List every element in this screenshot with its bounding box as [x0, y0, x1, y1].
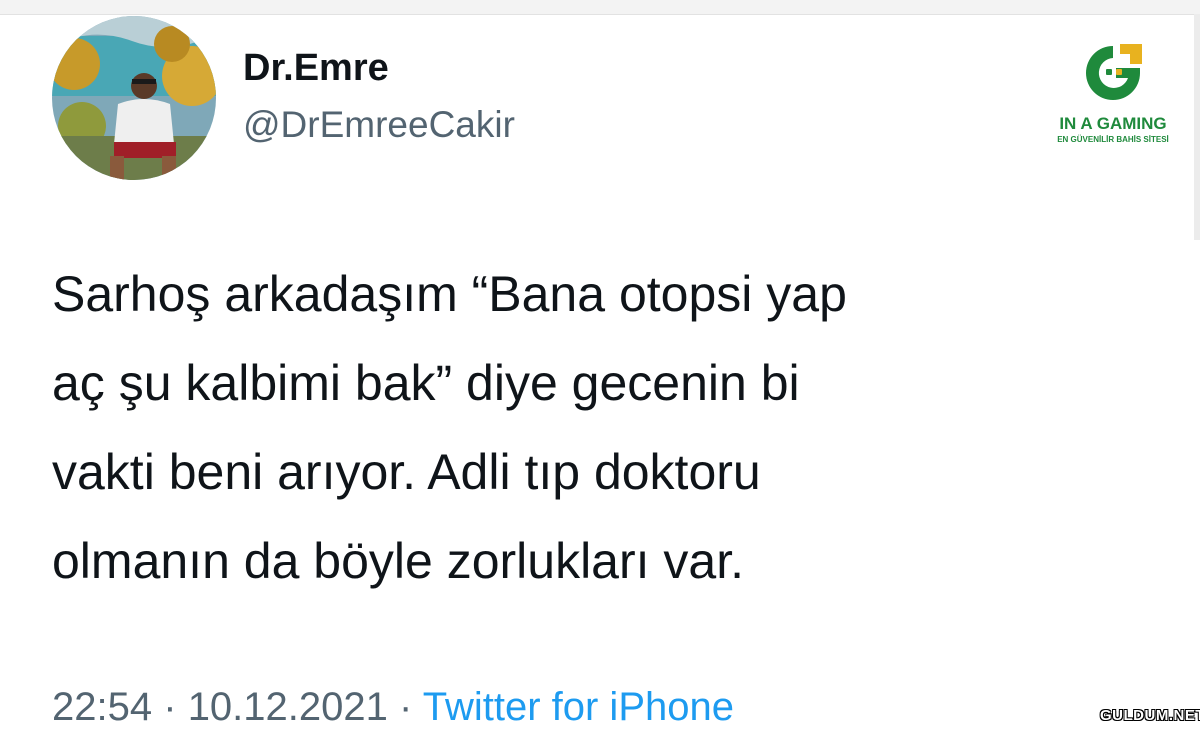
brand-mark-icon [1086, 44, 1142, 100]
brand-logo: IN A GAMING EN GÜVENİLİR BAHİS SİTESİ [1046, 40, 1180, 150]
tweet-source-link[interactable]: Twitter for iPhone [423, 685, 734, 729]
avatar[interactable] [52, 16, 216, 180]
site-watermark: GULDUM.NET [1100, 707, 1200, 724]
separator-dot: · [163, 685, 177, 729]
tweet-metadata: 22:54 · 10.12.2021 · Twitter for iPhone [52, 683, 734, 731]
top-border [0, 0, 1200, 15]
brand-tagline: EN GÜVENİLİR BAHİS SİTESİ [1057, 135, 1169, 144]
tweet-date[interactable]: 10.12.2021 [188, 685, 388, 729]
brand-name: IN A GAMING [1059, 114, 1167, 133]
display-name[interactable]: Dr.Emre [243, 44, 389, 92]
tweet-line: Sarhoş arkadaşım “Bana otopsi yap [52, 266, 847, 322]
tweet-line: aç şu kalbimi bak” diye gecenin bi [52, 355, 800, 411]
scroll-edge [1194, 14, 1200, 240]
avatar-photo [52, 16, 216, 180]
separator-dot: · [399, 685, 413, 729]
tweet-line: olmanın da böyle zorlukları var. [52, 533, 745, 589]
user-handle[interactable]: @DrEmreeCakir [243, 102, 515, 148]
tweet-time[interactable]: 22:54 [52, 685, 152, 729]
tweet-text: Sarhoş arkadaşım “Bana otopsi yap aç şu … [52, 250, 1142, 606]
tweet-line: vakti beni arıyor. Adli tıp doktoru [52, 444, 761, 500]
